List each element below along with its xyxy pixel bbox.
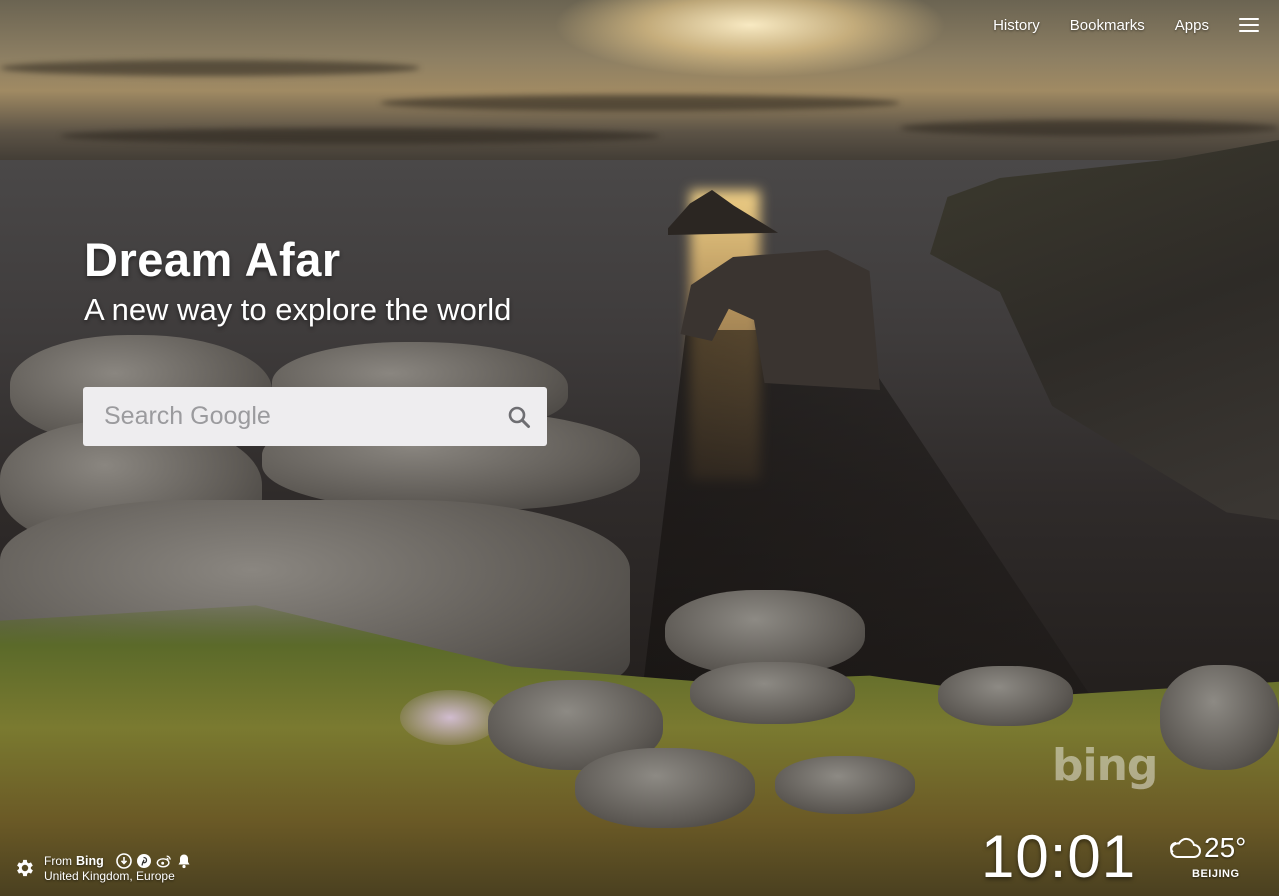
stone: [1160, 665, 1279, 770]
stone: [938, 666, 1073, 726]
from-label: From: [44, 854, 72, 868]
search-box: [83, 387, 547, 446]
cloud-icon: [1170, 837, 1201, 858]
gear-icon[interactable]: [14, 857, 36, 879]
stone: [690, 662, 855, 724]
cloud: [380, 95, 900, 111]
weather-city: BEIJING: [1192, 868, 1240, 880]
search-input[interactable]: [83, 387, 491, 446]
source-text: From Bing United Kingdom, Europe: [44, 853, 192, 883]
bookmarks-link[interactable]: Bookmarks: [1070, 17, 1145, 34]
notification-bell-icon[interactable]: [176, 853, 192, 869]
search-button[interactable]: [491, 387, 547, 446]
cloud: [60, 128, 660, 144]
image-location: United Kingdom, Europe: [44, 869, 175, 883]
weibo-icon[interactable]: [156, 853, 172, 869]
weather-widget[interactable]: 25° BEIJING: [1168, 832, 1258, 880]
stone: [575, 748, 755, 828]
download-icon[interactable]: [115, 853, 132, 869]
search-icon: [508, 406, 530, 428]
hamburger-menu-icon[interactable]: [1239, 18, 1259, 32]
bing-watermark: bing: [1052, 740, 1158, 791]
stone: [775, 756, 915, 814]
history-link[interactable]: History: [993, 17, 1040, 34]
cloud: [900, 120, 1279, 136]
clock-time: 10:01: [981, 823, 1137, 890]
page-subtitle: A new way to explore the world: [84, 292, 512, 327]
share-icons: [115, 853, 192, 869]
page-title: Dream Afar: [84, 233, 341, 286]
pinterest-icon[interactable]: [136, 853, 152, 869]
weather-temperature: 25°: [1204, 832, 1247, 863]
source-provider[interactable]: Bing: [76, 854, 104, 868]
top-nav: History Bookmarks Apps: [993, 14, 1259, 36]
wildflowers: [400, 690, 500, 745]
cloud: [0, 60, 420, 76]
image-source-info: From Bing United Kingdom, Europe: [14, 852, 192, 884]
apps-link[interactable]: Apps: [1175, 17, 1209, 34]
